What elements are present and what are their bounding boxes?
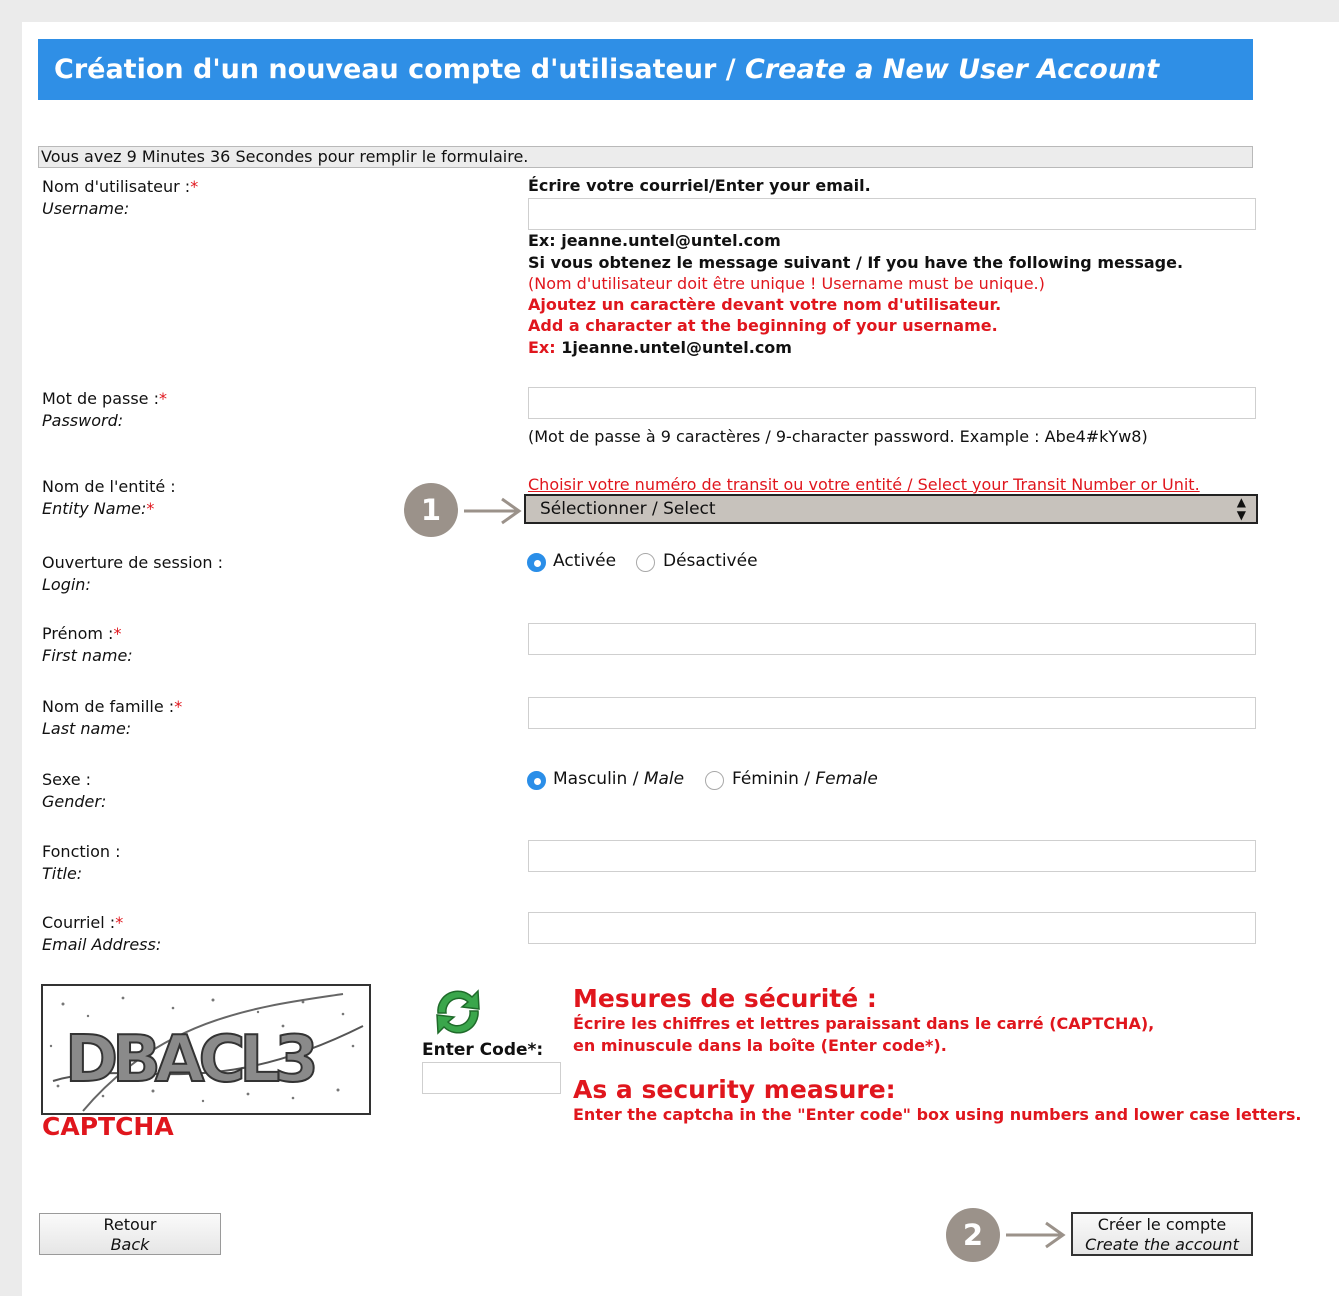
- example2-value: 1jeanne.untel@untel.com: [561, 338, 792, 357]
- arrow-right-icon: [464, 497, 522, 525]
- required-mark: *: [190, 177, 199, 196]
- lastname-label: Nom de famille :* Last name:: [42, 696, 182, 740]
- gender-male-en: Male: [643, 769, 685, 789]
- entity-select[interactable]: Sélectionner / Select ▲ ▼: [524, 494, 1258, 524]
- entity-label-fr: Nom de l'entité :: [42, 477, 176, 496]
- firstname-label-en: First name:: [42, 646, 133, 665]
- password-hint: (Mot de passe à 9 caractères / 9-charact…: [528, 427, 1148, 446]
- login-label: Ouverture de session : Login:: [42, 552, 223, 596]
- create-account-button[interactable]: Créer le compte Create the account: [1071, 1212, 1253, 1256]
- username-label-en: Username:: [42, 199, 130, 218]
- refresh-icon[interactable]: [430, 987, 486, 1037]
- username-note-en: Add a character at the beginning of your…: [528, 316, 998, 335]
- required-mark: *: [159, 389, 167, 408]
- gender-male-fr: Masculin /: [553, 769, 639, 789]
- captcha-label: CAPTCHA: [42, 1112, 174, 1141]
- required-mark: *: [115, 913, 124, 932]
- header-title-fr: Création d'un nouveau compte d'utilisate…: [54, 54, 736, 85]
- gender-label-fr: Sexe :: [42, 770, 92, 789]
- security-line2-fr: en minuscule dans la boîte (Enter code*)…: [573, 1036, 947, 1055]
- entity-label-en: Entity Name:*: [42, 499, 155, 518]
- firstname-label-fr: Prénom :: [42, 624, 114, 643]
- required-mark: *: [113, 624, 122, 643]
- security-heading-fr: Mesures de sécurité :: [573, 984, 877, 1013]
- login-option-off: Désactivée: [663, 551, 758, 571]
- email-label-fr: Courriel :: [42, 913, 116, 932]
- firstname-input[interactable]: [528, 623, 1256, 655]
- username-label: Nom d'utilisateur :* Username:: [42, 176, 198, 220]
- username-label-fr: Nom d'utilisateur :: [42, 177, 191, 196]
- back-button-fr: Retour: [103, 1215, 157, 1234]
- captcha-image: DBACL3: [41, 984, 371, 1115]
- login-label-fr: Ouverture de session :: [42, 553, 223, 572]
- required-mark: *: [174, 697, 183, 716]
- lastname-label-en: Last name:: [42, 719, 132, 738]
- entity-select-value: Sélectionner / Select: [540, 499, 716, 519]
- page-header: Création d'un nouveau compte d'utilisate…: [38, 39, 1253, 100]
- required-mark: *: [146, 499, 155, 518]
- username-example: Ex: jeanne.untel@untel.com: [528, 231, 781, 250]
- password-label-fr: Mot de passe :: [42, 389, 159, 408]
- select-arrows-icon: ▲ ▼: [1236, 495, 1246, 522]
- captcha-text: DBACL3: [65, 1023, 314, 1097]
- create-button-en: Create the account: [1085, 1235, 1239, 1254]
- gender-radio-male[interactable]: [527, 771, 546, 790]
- login-option-on: Activée: [553, 551, 617, 571]
- gender-option-male: Masculin / Male: [553, 768, 684, 790]
- example2-prefix: Ex:: [528, 338, 556, 357]
- lastname-input[interactable]: [528, 697, 1256, 729]
- gender-female-en: Female: [815, 769, 878, 789]
- username-note-heading: Si vous obtenez le message suivant / If …: [528, 253, 1184, 272]
- username-input[interactable]: [528, 198, 1256, 230]
- password-label-en: Password:: [42, 411, 124, 430]
- email-input[interactable]: [528, 912, 1256, 944]
- entity-instruction: Choisir votre numéro de transit ou votre…: [528, 475, 1200, 494]
- security-line-en: Enter the captcha in the "Enter code" bo…: [573, 1105, 1302, 1124]
- gender-label: Sexe : Gender:: [42, 769, 106, 813]
- title-label-en: Title:: [42, 864, 83, 883]
- callout-1: 1: [404, 483, 458, 537]
- login-label-en: Login:: [42, 575, 91, 594]
- back-button-en: Back: [110, 1235, 150, 1254]
- login-radio-on[interactable]: [527, 553, 546, 572]
- firstname-label: Prénom :* First name:: [42, 623, 133, 667]
- title-label: Fonction : Title:: [42, 841, 120, 885]
- gender-option-female: Féminin / Female: [732, 768, 878, 790]
- username-instruction: Écrire votre courriel/Enter your email.: [528, 176, 871, 195]
- captcha-code-input[interactable]: [422, 1062, 561, 1094]
- arrow-right-icon: [1006, 1221, 1066, 1249]
- gender-female-fr: Féminin /: [732, 769, 810, 789]
- gender-label-en: Gender:: [42, 792, 107, 811]
- back-button[interactable]: Retour Back: [39, 1213, 221, 1255]
- password-label: Mot de passe :* Password:: [42, 388, 167, 432]
- header-title-en: Create a New User Account: [745, 54, 1160, 85]
- username-note-fr: Ajoutez un caractère devant votre nom d'…: [528, 295, 1002, 314]
- username-note-error: (Nom d'utilisateur doit être unique ! Us…: [528, 274, 1045, 293]
- create-button-fr: Créer le compte: [1097, 1215, 1227, 1234]
- email-label-en: Email Address:: [42, 935, 162, 954]
- title-input[interactable]: [528, 840, 1256, 872]
- enter-code-label: Enter Code*:: [422, 1040, 544, 1060]
- username-example2: Ex: 1jeanne.untel@untel.com: [528, 337, 792, 358]
- login-radio-off[interactable]: [636, 553, 655, 572]
- title-label-fr: Fonction :: [42, 842, 121, 861]
- security-heading-en: As a security measure:: [573, 1075, 896, 1104]
- page: Création d'un nouveau compte d'utilisate…: [22, 22, 1339, 1296]
- callout-2: 2: [946, 1208, 1000, 1262]
- password-input[interactable]: [528, 387, 1256, 419]
- email-label: Courriel :* Email Address:: [42, 912, 161, 956]
- security-line1-fr: Écrire les chiffres et lettres paraissan…: [573, 1014, 1155, 1033]
- gender-radio-female[interactable]: [705, 771, 724, 790]
- lastname-label-fr: Nom de famille :: [42, 697, 175, 716]
- entity-label: Nom de l'entité : Entity Name:*: [42, 476, 176, 520]
- timer-bar: Vous avez 9 Minutes 36 Secondes pour rem…: [38, 146, 1253, 168]
